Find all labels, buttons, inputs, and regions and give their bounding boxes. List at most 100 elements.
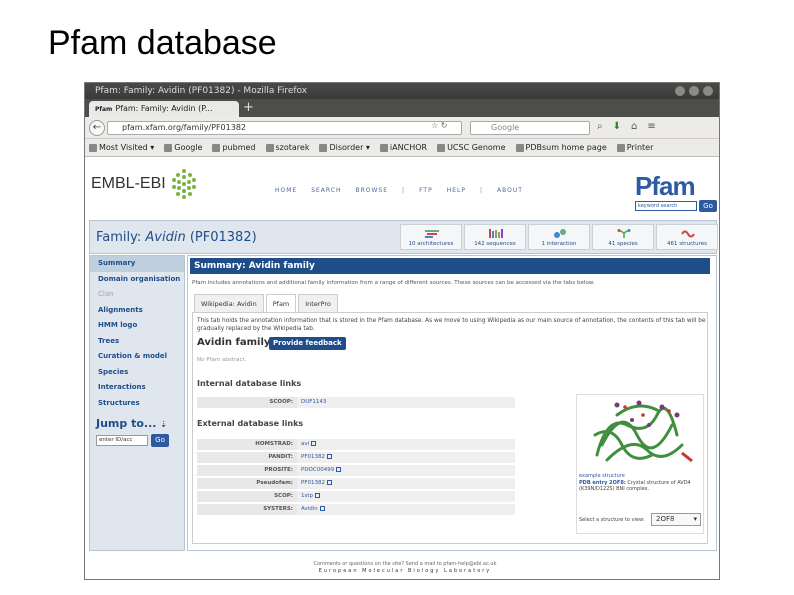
reload-icon[interactable]: ↻ — [441, 121, 448, 130]
internal-links-heading: Internal database links — [197, 379, 302, 388]
interactions-icon — [554, 229, 566, 238]
bookmark-disorder[interactable]: Disorder ▾ — [319, 143, 370, 152]
minimize-button[interactable] — [675, 86, 685, 96]
bookmark-pdbsum[interactable]: PDBsum home page — [515, 143, 607, 152]
sidebar-item-structures[interactable]: Structures — [90, 396, 184, 412]
external-link-icon — [315, 493, 321, 498]
embl-ebi-logo[interactable]: EMBL-EBI — [91, 175, 166, 193]
external-link[interactable]: avi — [297, 439, 515, 450]
family-title: Family: Avidin (PF01382) — [96, 230, 257, 245]
external-link-icon — [326, 454, 332, 459]
tab-wikipedia[interactable]: Wikipedia: Avidin — [194, 294, 264, 312]
sidebar-item-hmm-logo[interactable]: HMM logo — [90, 318, 184, 334]
back-arrow-icon[interactable]: ← — [89, 120, 105, 136]
chevron-down-icon: ▾ — [693, 515, 697, 523]
external-link[interactable]: PF01382 — [297, 478, 515, 489]
external-link[interactable]: Avidin — [297, 504, 515, 515]
structure-viewer: example structure PDB entry 2OF8: Crysta… — [576, 394, 704, 534]
sidebar-item-curation-model[interactable]: Curation & model — [90, 349, 184, 365]
jump-go-button[interactable]: Go — [151, 434, 169, 447]
maximize-button[interactable] — [689, 86, 699, 96]
jump-arrow-icon: ⇣ — [160, 420, 167, 429]
bookmark-ianchor[interactable]: iANCHOR — [379, 143, 427, 152]
structure-select-label: Select a structure to view: — [579, 517, 645, 523]
pdb-entry-link[interactable]: PDB entry 2OF8: — [579, 480, 626, 486]
nav-ftp[interactable]: FTP — [419, 187, 433, 194]
menu-icon[interactable]: ≡ — [647, 121, 655, 132]
bookmark-star-icon[interactable]: ☆ — [431, 121, 438, 130]
sidebar-item-interactions[interactable]: Interactions — [90, 380, 184, 396]
bookmark-ucsc-genome[interactable]: UCSC Genome — [437, 143, 506, 152]
search-icon[interactable]: ⌕ — [597, 121, 603, 132]
bookmark-szotarek[interactable]: szotarek — [265, 143, 309, 152]
nav-separator: | — [402, 187, 406, 194]
window-controls — [675, 86, 713, 96]
sidebar-item-alignments[interactable]: Alignments — [90, 303, 184, 319]
bookmark-pubmed[interactable]: pubmed — [212, 143, 256, 152]
bookmark-google[interactable]: Google — [164, 143, 202, 152]
close-button[interactable] — [703, 86, 713, 96]
species-tree-icon — [617, 229, 631, 238]
provide-feedback-button[interactable]: Provide feedback — [269, 337, 346, 350]
structure-select[interactable]: 2OF8 ▾ — [651, 513, 701, 526]
summary-intro: Pfam includes annotations and additional… — [192, 280, 595, 286]
sidebar-item-species[interactable]: Species — [90, 365, 184, 381]
family-stats: 10 architectures 142 sequences 1 interac… — [400, 224, 718, 250]
sidebar-item-summary[interactable]: Summary — [90, 256, 184, 272]
stat-interactions[interactable]: 1 interaction — [528, 224, 590, 250]
sequences-icon — [489, 229, 503, 238]
nav-help[interactable]: HELP — [447, 187, 466, 194]
tab-pfam[interactable]: Pfam — [265, 294, 297, 313]
keyword-go-button[interactable]: Go — [699, 200, 717, 212]
protein-structure-image[interactable] — [577, 395, 703, 471]
nav-browse[interactable]: BROWSE — [355, 187, 388, 194]
stat-structures[interactable]: 461 structures — [656, 224, 718, 250]
window-title: Pfam: Family: Avidin (PF01382) - Mozilla… — [95, 86, 308, 96]
external-link[interactable]: 1stp — [297, 491, 515, 502]
home-icon[interactable]: ⌂ — [631, 121, 637, 132]
url-input[interactable]: pfam.xfam.org/family/PF01382 — [107, 121, 462, 135]
nav-search[interactable]: SEARCH — [311, 187, 341, 194]
external-link-row: PROSITE: PDOC00499 — [197, 465, 515, 476]
sidebar-item-trees[interactable]: Trees — [90, 334, 184, 350]
external-link-row: HOMSTRAD: avi — [197, 439, 515, 450]
external-link[interactable]: PDOC00499 — [297, 465, 515, 476]
structure-caption: example structure PDB entry 2OF8: Crysta… — [579, 473, 691, 492]
sidebar-item-clan: Clan — [98, 290, 114, 298]
page-footer: Comments or questions on the site? Send … — [285, 561, 525, 575]
download-icon[interactable]: ⬇ — [613, 121, 621, 132]
nav-about[interactable]: ABOUT — [497, 187, 523, 194]
url-text: pfam.xfam.org/family/PF01382 — [122, 123, 246, 132]
sidebar-item-domain-organisation[interactable]: Domain organisation — [90, 272, 184, 288]
external-link-row: SCOP: 1stp — [197, 491, 515, 502]
bookmark-printer[interactable]: Printer — [616, 143, 653, 152]
link-value[interactable]: DUF1143 — [297, 397, 515, 408]
external-link[interactable]: PF01382 — [297, 452, 515, 463]
toolbar-icons: ⌕ ⬇ ⌂ ≡ — [597, 121, 656, 132]
nav-separator: | — [479, 187, 483, 194]
search-placeholder: Google — [491, 123, 520, 132]
example-structure-link[interactable]: example structure — [579, 473, 625, 479]
browser-tab[interactable]: Pfam Pfam: Family: Avidin (P... — [89, 101, 239, 117]
stat-architectures[interactable]: 10 architectures — [400, 224, 462, 250]
annotation-tabs: Wikipedia: Avidin Pfam InterPro — [194, 294, 338, 313]
pfam-logo[interactable]: Pfam — [635, 171, 696, 202]
jump-to-form: enter ID/acc Go — [90, 434, 184, 447]
nav-home[interactable]: HOME — [275, 187, 297, 194]
external-links-heading: External database links — [197, 419, 304, 428]
bookmark-most-visited[interactable]: Most Visited ▾ — [89, 143, 154, 152]
search-input[interactable]: Google — [470, 121, 590, 135]
pfam-favicon-icon: Pfam — [95, 106, 113, 113]
slide-title: Pfam database — [48, 24, 277, 62]
stat-sequences[interactable]: 142 sequences — [464, 224, 526, 250]
tab-interpro[interactable]: InterPro — [298, 294, 338, 312]
footer-embl: European Molecular Biology Laboratory — [318, 568, 492, 574]
architectures-icon — [425, 230, 439, 238]
keyword-search-input[interactable]: keyword search — [635, 201, 697, 211]
external-link-row: Pseudofam: PF01382 — [197, 478, 515, 489]
navigation-bar: ← pfam.xfam.org/family/PF01382 ☆ ↻ Googl… — [85, 117, 719, 139]
new-tab-icon[interactable]: + — [243, 100, 254, 116]
jump-to-label: Jump to... ⇣ — [96, 417, 167, 430]
stat-species[interactable]: 41 species — [592, 224, 654, 250]
jump-to-input[interactable]: enter ID/acc — [96, 435, 148, 446]
